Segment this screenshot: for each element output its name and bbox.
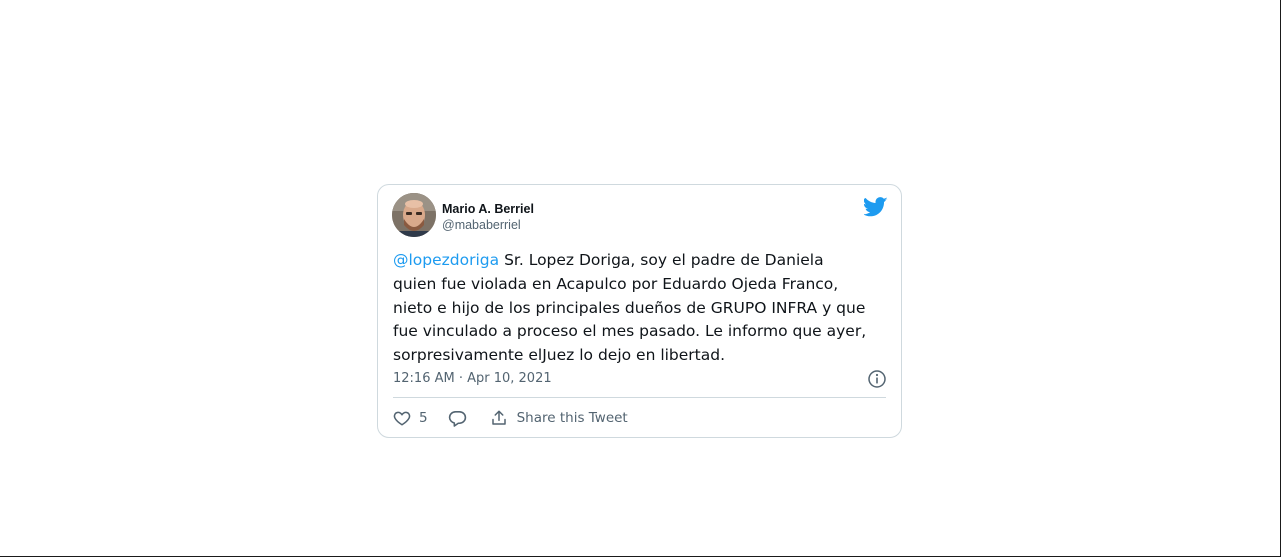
speech-bubble-icon	[448, 409, 467, 428]
tweet-text-line: @lopezdoriga Sr. Lopez Doriga, soy el pa…	[393, 249, 893, 273]
tweet-text-line: quien fue violada en Acapulco por Eduard…	[393, 274, 839, 293]
heart-icon	[393, 409, 411, 427]
tweet-timestamp[interactable]: 12:16 AM · Apr 10, 2021	[393, 371, 552, 386]
share-tweet-button[interactable]: Share this Tweet	[490, 409, 628, 427]
divider	[393, 397, 886, 398]
twitter-bird-icon[interactable]	[862, 197, 888, 217]
mention-link[interactable]: @lopezdoriga	[393, 251, 499, 269]
author-name[interactable]: Mario A. Berriel	[442, 201, 534, 217]
page-frame: Mario A. Berriel @mababerriel @lopezdori…	[0, 0, 1281, 557]
tweet-text-line: fue vinculado a proceso el mes pasado. L…	[393, 322, 867, 341]
tweet-text: @lopezdoriga Sr. Lopez Doriga, soy el pa…	[393, 249, 893, 368]
info-icon[interactable]	[867, 369, 887, 389]
avatar[interactable]	[392, 193, 436, 237]
tweet-actions: 5 Share this Tweet	[393, 407, 628, 429]
avatar-image	[392, 193, 436, 237]
like-button[interactable]: 5	[393, 409, 428, 427]
embedded-tweet-card[interactable]: Mario A. Berriel @mababerriel @lopezdori…	[377, 184, 902, 438]
reply-button[interactable]	[448, 409, 467, 428]
like-count: 5	[419, 410, 428, 426]
tweet-text-segment: Sr. Lopez Doriga, soy el padre de Daniel…	[499, 251, 824, 269]
author-handle[interactable]: @mababerriel	[442, 217, 534, 233]
share-upload-icon	[490, 409, 508, 427]
tweet-text-line: sorpresivamente elJuez lo dejo en libert…	[393, 346, 726, 365]
share-tweet-label: Share this Tweet	[516, 410, 628, 426]
author-block[interactable]: Mario A. Berriel @mababerriel	[442, 201, 534, 233]
tweet-text-line: nieto e hijo de los principales dueños d…	[393, 298, 866, 317]
